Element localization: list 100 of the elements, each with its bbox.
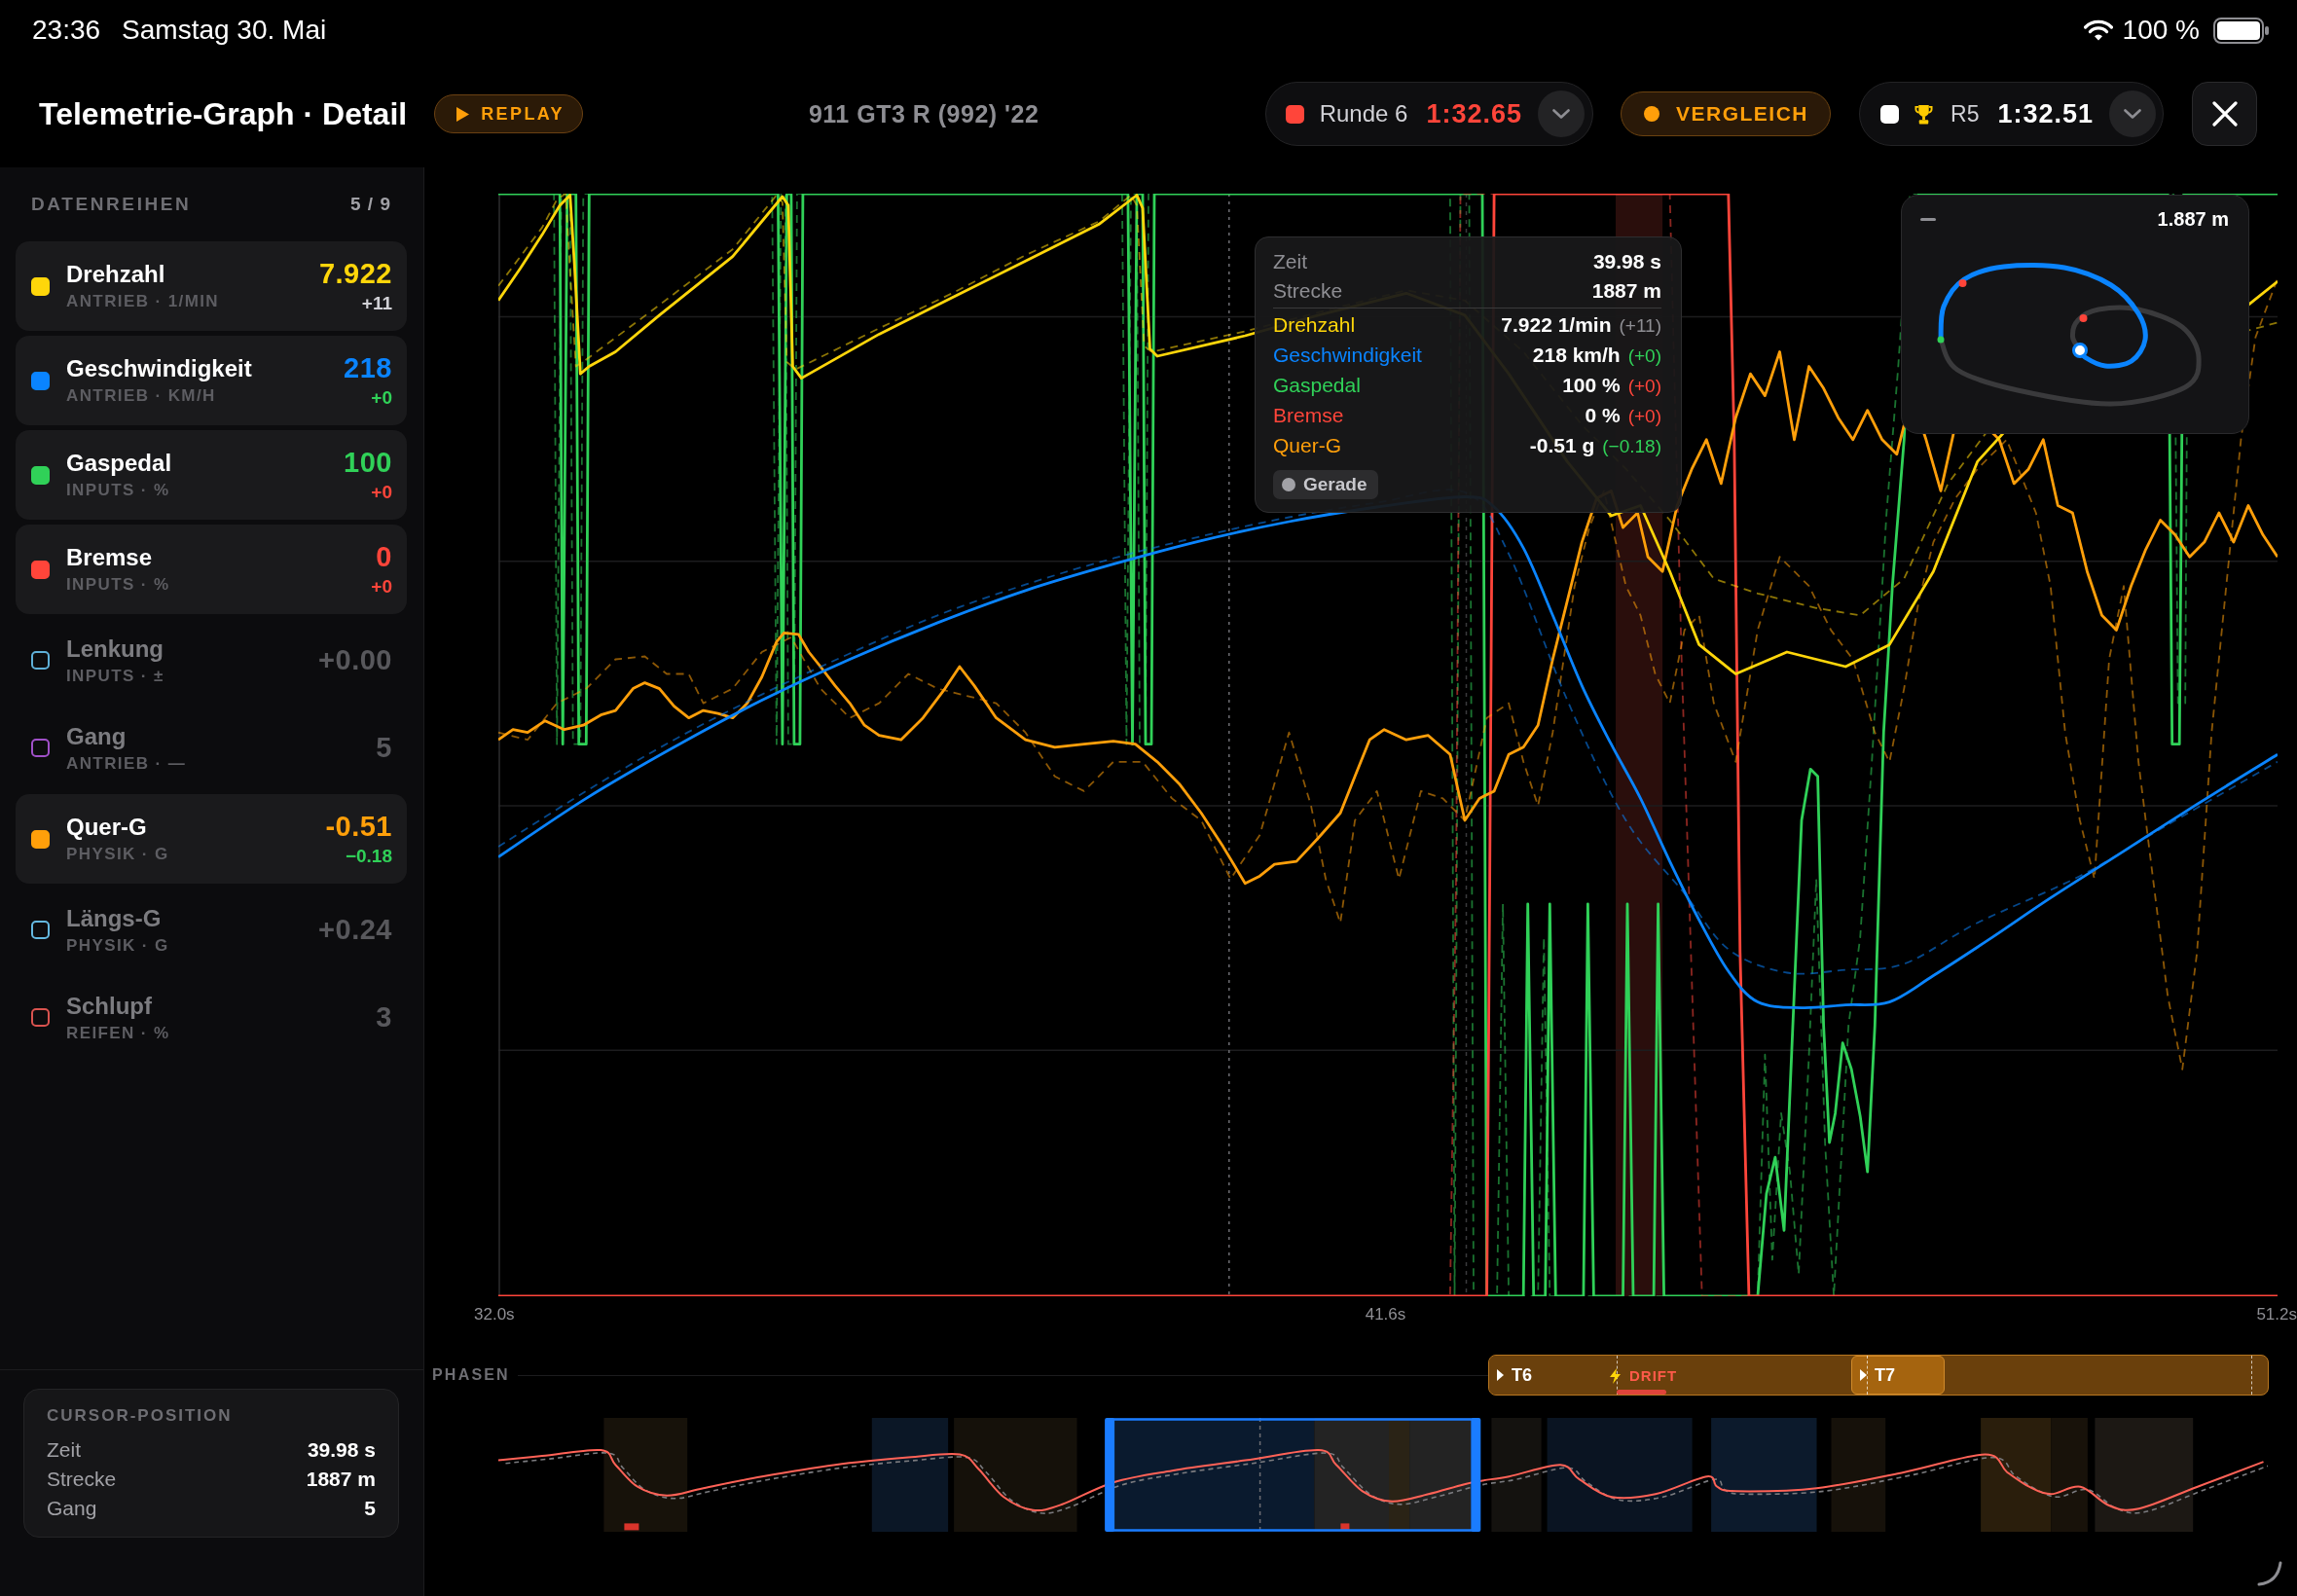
series-row[interactable]: Gaspedal INPUTS · % 100 +0: [16, 430, 407, 520]
tooltip-delta: (+0): [1627, 375, 1661, 398]
reference-label: R5: [1951, 100, 1980, 127]
triangle-icon: [1860, 1369, 1867, 1381]
series-row[interactable]: Geschwindigkeit ANTRIEB · KM/H 218 +0: [16, 336, 407, 425]
series-name: Lenkung: [66, 635, 164, 663]
phase-segment[interactable]: T7: [1851, 1356, 1945, 1395]
car-name: 911 GT3 R (992) '22: [808, 99, 1039, 128]
series-value: +0.00: [318, 644, 392, 676]
event-marker-icon: [1340, 1523, 1350, 1531]
track-marker-icon: [1958, 279, 1967, 287]
series-value: 5: [376, 732, 392, 764]
series-row[interactable]: Drehzahl ANTRIEB · 1/MIN 7.922 +11: [16, 241, 407, 331]
close-icon: [2211, 101, 2238, 127]
tooltip-value: 0 %: [1585, 403, 1621, 428]
trophy-icon: [1914, 103, 1933, 125]
series-unit: PHYSIK · G: [66, 935, 169, 956]
status-date: Samstag 30. Mai: [122, 15, 327, 46]
range-handle[interactable]: [1105, 1418, 1115, 1532]
series-row[interactable]: Gang ANTRIEB · — 5: [16, 707, 407, 789]
series-delta: +0: [371, 387, 392, 409]
axis-label: 51.2s: [2256, 1305, 2297, 1324]
tooltip-value: 39.98 s: [1592, 249, 1661, 274]
wifi-icon: [2083, 19, 2113, 41]
range-selector[interactable]: [1105, 1418, 1481, 1532]
chevron-down-icon: [2124, 109, 2141, 119]
card-title: CURSOR-POSITION: [47, 1406, 234, 1426]
reference-picker[interactable]: R5 1:32.51: [1859, 82, 2164, 146]
axis-label: 41.6s: [1365, 1305, 1406, 1324]
tooltip-value: 100 %: [1562, 373, 1621, 398]
lap-time: 1:32.65: [1426, 98, 1522, 129]
track-marker-icon: [2079, 314, 2088, 322]
tooltip-value: 7.922 1/min: [1501, 312, 1612, 338]
tooltip-label: Zeit: [1273, 249, 1307, 274]
series-count: 5 / 9: [350, 194, 391, 215]
series-unit: ANTRIEB · KM/H: [66, 386, 217, 406]
drift-range-bar: [1617, 1390, 1666, 1395]
tooltip-delta: (+11): [1619, 314, 1661, 338]
series-name: Drehzahl: [66, 261, 166, 288]
info-value: 5: [364, 1496, 376, 1521]
page-title: Telemetrie-Graph · Detail: [39, 95, 408, 132]
event-marker-icon: [624, 1523, 639, 1531]
dropdown-button[interactable]: [2109, 91, 2156, 137]
tooltip-label: Drehzahl: [1273, 312, 1356, 338]
tooltip-label: Geschwindigkeit: [1273, 343, 1422, 368]
series-value: -0.51: [325, 811, 392, 843]
series-delta: +0: [371, 576, 392, 598]
lap-picker[interactable]: Runde 6 1:32.65: [1264, 82, 1593, 146]
info-value: 1887 m: [306, 1467, 376, 1492]
series-row[interactable]: Schlupf REIFEN · % 3: [16, 976, 407, 1059]
series-row[interactable]: Quer-G PHYSIK · G -0.51 −0.18: [16, 794, 407, 884]
chevron-down-icon: [1552, 109, 1570, 119]
track-marker-icon: [1937, 336, 1945, 344]
triangle-icon: [1497, 1369, 1504, 1381]
battery-icon: [2213, 17, 2270, 44]
tag-label: Gerade: [1303, 474, 1367, 495]
series-unit: ANTRIEB · 1/MIN: [66, 292, 219, 311]
section-title: DATENREIHEN: [31, 194, 192, 215]
series-delta: −0.18: [345, 846, 392, 867]
series-row[interactable]: Längs-G PHYSIK · G +0.24: [16, 889, 407, 971]
close-button[interactable]: [2192, 82, 2257, 146]
tooltip-delta: (−0.18): [1602, 435, 1661, 458]
play-icon: [456, 106, 470, 122]
info-label: Gang: [47, 1496, 97, 1521]
series-name: Schlupf: [66, 992, 153, 1020]
dropdown-button[interactable]: [1538, 91, 1585, 137]
tooltip-label: Quer-G: [1273, 433, 1341, 458]
lap-label: Runde 6: [1319, 100, 1408, 127]
series-row[interactable]: Bremse INPUTS · % 0 +0: [16, 525, 407, 614]
section-title: PHASEN: [432, 1366, 510, 1384]
lightning-icon: [1610, 1368, 1621, 1384]
series-value: +0.24: [318, 914, 392, 946]
position-marker-icon: [2072, 343, 2088, 358]
event-label: DRIFT: [1629, 1367, 1678, 1384]
tooltip-value: -0.51 g: [1529, 433, 1595, 458]
series-name: Gang: [66, 722, 128, 750]
minus-icon[interactable]: [1920, 217, 1936, 221]
series-unit: INPUTS · %: [66, 575, 170, 595]
reference-time: 1:32.51: [1997, 98, 2094, 129]
info-value: 39.98 s: [307, 1437, 376, 1463]
series-row[interactable]: Lenkung INPUTS · ± +0.00: [16, 619, 407, 702]
tooltip-delta: (+0): [1627, 345, 1661, 368]
tooltip-value: 218 km/h: [1532, 343, 1621, 368]
resize-handle-icon[interactable]: [2257, 1561, 2282, 1586]
replay-button[interactable]: REPLAY: [434, 94, 583, 133]
series-name: Längs-G: [66, 904, 163, 932]
series-value: 3: [376, 1001, 392, 1034]
series-name: Geschwindigkeit: [66, 355, 252, 382]
compare-toggle[interactable]: VERGLEICH: [1621, 91, 1831, 136]
series-delta: +11: [361, 293, 392, 314]
series-name: Gaspedal: [66, 450, 172, 477]
range-handle[interactable]: [1471, 1418, 1481, 1532]
info-label: Strecke: [47, 1467, 117, 1492]
tooltip-label: Gaspedal: [1273, 373, 1361, 398]
battery-percentage: 100 %: [2122, 15, 2200, 46]
series-unit: REIFEN · %: [66, 1023, 170, 1043]
toggle-dot-icon: [1644, 106, 1659, 122]
axis-label: 32.0s: [474, 1305, 515, 1324]
series-unit: INPUTS · %: [66, 481, 171, 500]
tooltip-label: Bremse: [1273, 403, 1344, 428]
